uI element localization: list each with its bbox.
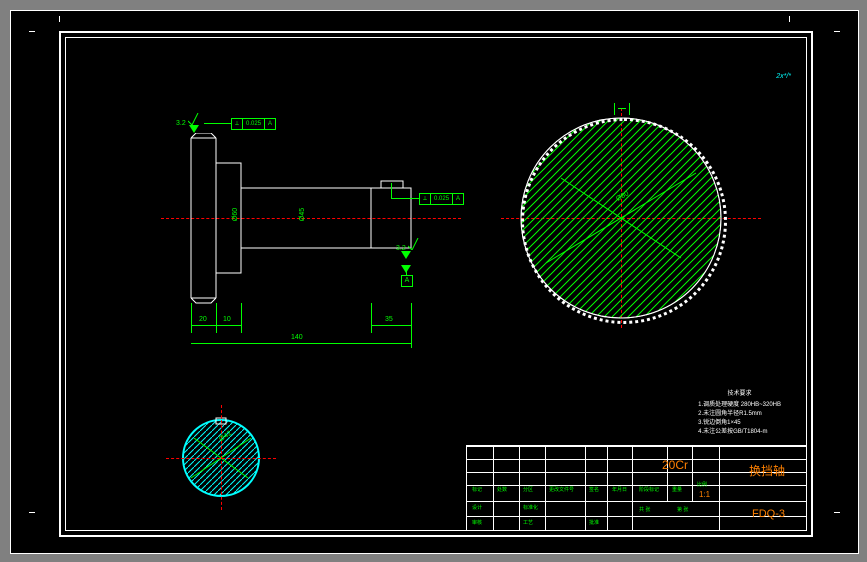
dim-overall [191,343,411,344]
th2: 处数 [497,486,507,493]
scale-note: 2x*/* [776,73,791,80]
material-label: 20Cr [662,458,688,472]
th10: 批准 [589,519,599,526]
dim-d3: 35 [385,316,393,323]
ext5 [411,303,412,348]
dia-dim-2: Ø45 [299,208,306,221]
surf-finish-2: 3.2 [396,238,420,252]
drawing-frame: 2x*/* 3.2 [59,31,813,537]
req-1: 1.调质处理硬度 280HB~320HB [698,399,781,408]
surf-tri-2 [401,251,411,259]
dia-dim-1: Ø60 [232,208,239,221]
tolerance-frame-1: ⟂ 0.025 A [231,118,276,130]
th17: 第 张 [677,506,688,513]
leader-2v [391,183,392,199]
requirements-block: 技术要求 1.调质处理硬度 280HB~320HB 2.未注圆角半径R1.5mm… [698,388,781,435]
ext3 [241,303,242,333]
surf-tri-1 [189,125,199,133]
th1: 标记 [472,486,482,493]
datum-a-box: A [401,275,413,287]
ext1 [191,303,192,333]
tick [29,512,35,513]
leader-1 [204,123,231,124]
ext2 [216,303,217,333]
dim-d2: 10 [223,316,231,323]
req-3: 3.锐边倒角1×45 [698,417,781,426]
th8: 审核 [472,519,482,526]
th4: 更改文件号 [549,486,574,493]
dim-d1: 20 [199,316,207,323]
aux-cl-v [221,405,222,510]
tick [59,16,60,22]
tick [29,31,35,32]
front-view-shaft [181,133,461,313]
part-name: 换挡轴 [749,462,785,479]
tick [834,512,840,513]
th13: 阶段标记 [639,486,659,493]
th5: 签名 [589,486,599,493]
req-title: 技术要求 [698,388,781,397]
req-4: 4.未注公差按GB/T1804-m [698,426,781,435]
dim-overall-val: 140 [291,334,303,341]
th7: 设计 [472,504,482,511]
th3: 分区 [523,486,533,493]
datum-stem [406,265,407,275]
scale-val: 1:1 [699,490,710,499]
th16: 共 张 [639,506,650,513]
req-2: 2.未注圆角半径R1.5mm [698,408,781,417]
dim-35 [371,325,411,326]
ext4 [371,303,372,333]
th9: 工艺 [523,519,533,526]
drawing-no: FDQ-3 [752,508,785,520]
tick [789,16,790,22]
th14: 重量 [672,486,682,493]
dim-20 [191,325,241,326]
gear-dia-leaders [506,103,736,333]
th6: 年月日 [612,486,627,493]
tick [834,31,840,32]
title-block: 20Cr 换挡轴 FDQ-3 1:1 标记 处数 分区 更改文件号 签名 年月日… [466,445,807,531]
cad-viewport: 2x*/* 3.2 [10,10,859,554]
th11: 标准化 [523,504,538,511]
th15: 比例 [697,481,707,488]
leader-2 [391,198,419,199]
tolerance-frame-2: ⟂ 0.025 A [419,193,464,205]
